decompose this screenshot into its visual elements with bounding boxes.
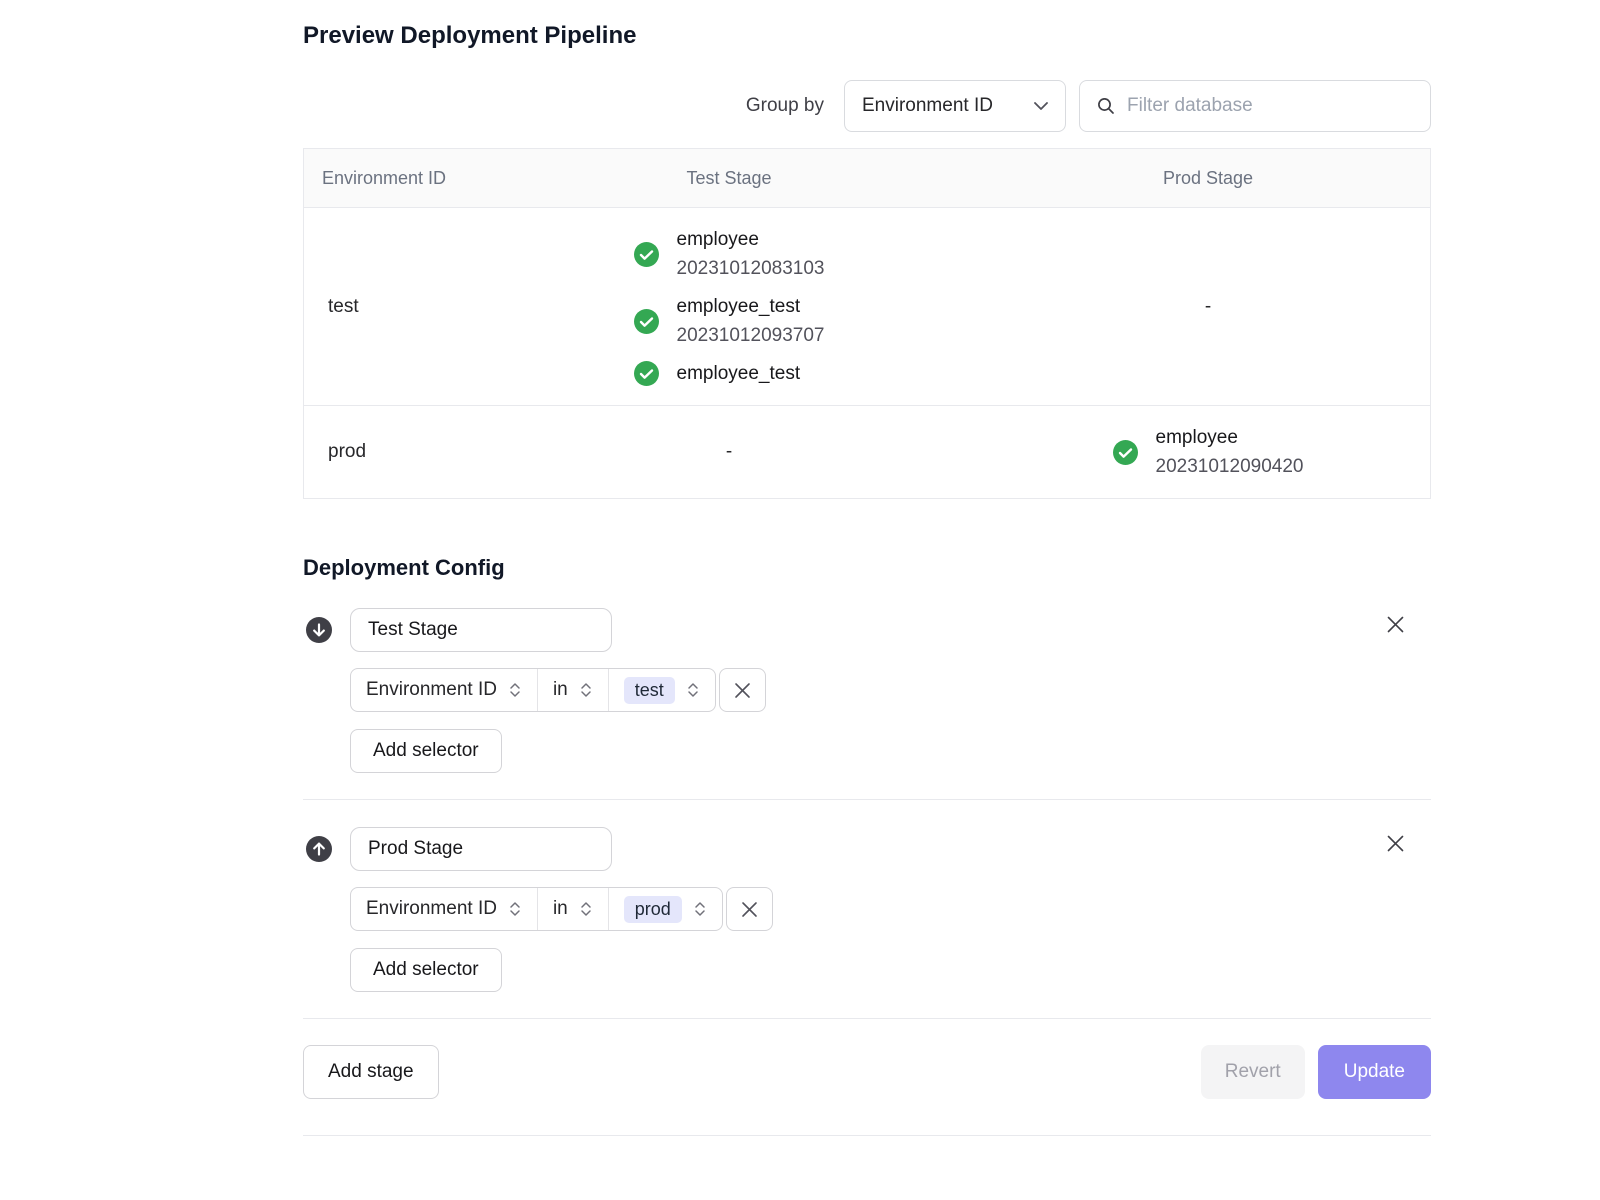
pipeline-table: Environment ID Test Stage Prod Stage tes… bbox=[303, 148, 1431, 499]
group-by-value: Environment ID bbox=[862, 95, 993, 117]
database-item: employee 20231012090420 bbox=[1113, 423, 1304, 481]
chevron-down-icon bbox=[1034, 102, 1048, 110]
close-icon bbox=[1386, 841, 1405, 856]
group-by-label: Group by bbox=[746, 95, 824, 117]
up-down-chevron-icon bbox=[693, 901, 707, 917]
selector-operator-select[interactable]: in bbox=[537, 888, 608, 930]
close-icon bbox=[1386, 622, 1405, 637]
arrow-up-circle-icon bbox=[306, 836, 332, 862]
add-selector-button[interactable]: Add selector bbox=[350, 948, 502, 992]
database-name: employee_test bbox=[677, 359, 801, 388]
selector-key-select[interactable]: Environment ID bbox=[351, 669, 537, 711]
section-title-deployment-config: Deployment Config bbox=[303, 555, 1431, 581]
success-check-icon bbox=[634, 242, 659, 267]
stage-block-prod: Environment ID in prod bbox=[303, 800, 1431, 1019]
group-by-select[interactable]: Environment ID bbox=[844, 80, 1066, 132]
selector-value-select[interactable]: test bbox=[608, 669, 715, 711]
success-check-icon bbox=[1113, 440, 1138, 465]
stage-name-input[interactable] bbox=[350, 608, 612, 652]
column-header-environment: Environment ID bbox=[304, 168, 474, 189]
column-header-prod-stage: Prod Stage bbox=[984, 168, 1432, 189]
toolbar: Group by Environment ID bbox=[303, 80, 1431, 132]
prod-stage-cell: employee 20231012090420 bbox=[984, 406, 1432, 498]
success-check-icon bbox=[634, 309, 659, 334]
selector-value-tag: test bbox=[624, 677, 675, 704]
revert-button[interactable]: Revert bbox=[1201, 1045, 1305, 1099]
filter-database-input[interactable] bbox=[1079, 80, 1431, 132]
empty-placeholder: - bbox=[726, 441, 732, 463]
close-icon bbox=[741, 901, 758, 918]
stage-name-input[interactable] bbox=[350, 827, 612, 871]
update-button[interactable]: Update bbox=[1318, 1045, 1431, 1099]
selector-operator-label: in bbox=[553, 679, 568, 701]
database-name: employee bbox=[1156, 423, 1304, 452]
test-stage-cell: - bbox=[474, 406, 984, 498]
environment-cell: prod bbox=[304, 406, 474, 498]
stage-header bbox=[303, 827, 1431, 871]
selector-value-tag: prod bbox=[624, 896, 682, 923]
selector-operator-select[interactable]: in bbox=[537, 669, 608, 711]
search-icon bbox=[1096, 96, 1116, 116]
column-header-test-stage: Test Stage bbox=[474, 168, 984, 189]
up-down-chevron-icon bbox=[508, 901, 522, 917]
remove-stage-button[interactable] bbox=[1382, 611, 1409, 638]
close-icon bbox=[734, 682, 751, 699]
filter-database-wrapper bbox=[1079, 80, 1431, 132]
table-header-row: Environment ID Test Stage Prod Stage bbox=[304, 149, 1430, 208]
database-name: employee bbox=[677, 225, 825, 254]
stage-header bbox=[303, 608, 1431, 652]
selector-row: Environment ID in test bbox=[350, 668, 1431, 712]
remove-selector-button[interactable] bbox=[726, 887, 773, 931]
database-item: employee_test bbox=[634, 359, 825, 388]
table-row: test employee 20231012083103 bbox=[304, 208, 1430, 406]
selector-group: Environment ID in test bbox=[350, 668, 716, 712]
selector-operator-label: in bbox=[553, 898, 568, 920]
add-stage-button[interactable]: Add stage bbox=[303, 1045, 439, 1099]
database-version: 20231012083103 bbox=[677, 254, 825, 283]
selector-key-select[interactable]: Environment ID bbox=[351, 888, 537, 930]
selector-key-label: Environment ID bbox=[366, 679, 497, 701]
success-check-icon bbox=[634, 361, 659, 386]
test-stage-cell: employee 20231012083103 employee_test 20… bbox=[474, 208, 984, 405]
deployment-pipeline-page: Preview Deployment Pipeline Group by Env… bbox=[303, 0, 1431, 1136]
database-item: employee_test 20231012093707 bbox=[634, 292, 825, 350]
environment-cell: test bbox=[304, 208, 474, 405]
stage-block-test: Environment ID in test bbox=[303, 581, 1431, 800]
remove-stage-button[interactable] bbox=[1382, 830, 1409, 857]
up-down-chevron-icon bbox=[579, 682, 593, 698]
remove-selector-button[interactable] bbox=[719, 668, 766, 712]
bottom-divider bbox=[303, 1135, 1431, 1136]
up-down-chevron-icon bbox=[686, 682, 700, 698]
database-version: 20231012093707 bbox=[677, 321, 825, 350]
database-version: 20231012090420 bbox=[1156, 452, 1304, 481]
add-selector-button[interactable]: Add selector bbox=[350, 729, 502, 773]
database-name: employee_test bbox=[677, 292, 825, 321]
selector-key-label: Environment ID bbox=[366, 898, 497, 920]
right-actions: Revert Update bbox=[1201, 1045, 1431, 1099]
selector-value-select[interactable]: prod bbox=[608, 888, 722, 930]
empty-placeholder: - bbox=[1205, 296, 1211, 318]
up-down-chevron-icon bbox=[579, 901, 593, 917]
selector-row: Environment ID in prod bbox=[350, 887, 1431, 931]
arrow-down-circle-icon bbox=[306, 617, 332, 643]
bottom-actions: Add stage Revert Update bbox=[303, 1045, 1431, 1099]
table-row: prod - employee 20231012090420 bbox=[304, 406, 1430, 498]
selector-group: Environment ID in prod bbox=[350, 887, 723, 931]
page-title: Preview Deployment Pipeline bbox=[303, 22, 1431, 50]
up-down-chevron-icon bbox=[508, 682, 522, 698]
prod-stage-cell: - bbox=[984, 208, 1432, 405]
database-item: employee 20231012083103 bbox=[634, 225, 825, 283]
